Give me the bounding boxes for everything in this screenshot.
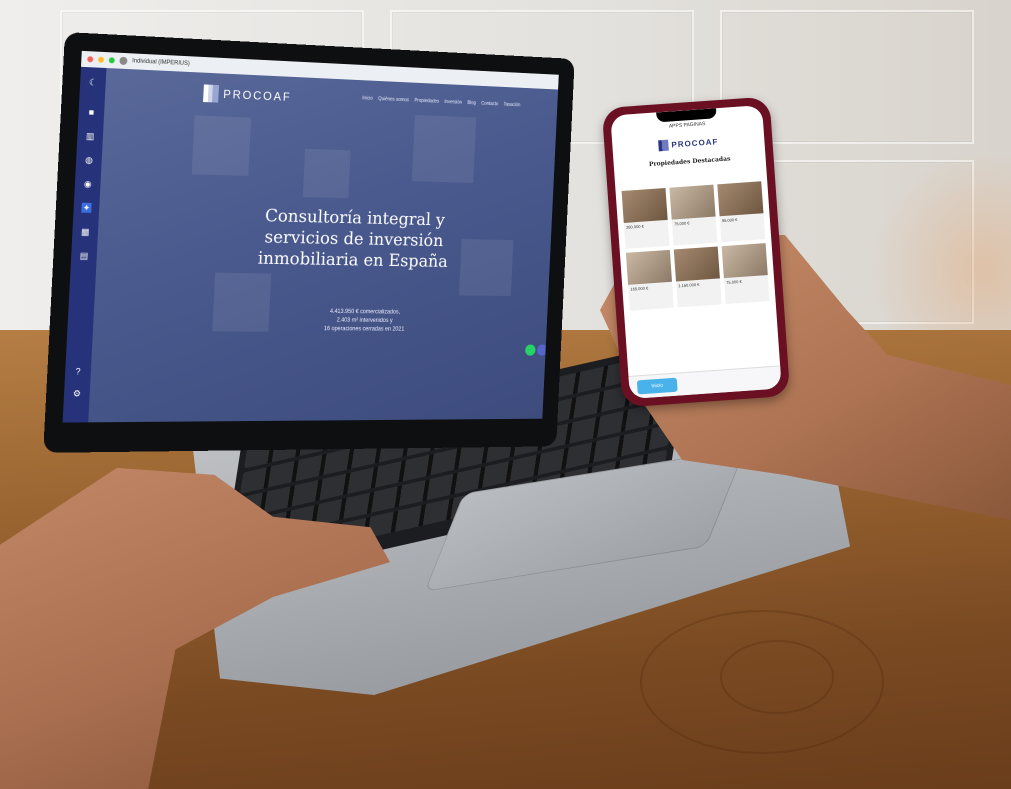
- circle-icon[interactable]: ◉: [83, 179, 93, 189]
- window-light: [871, 150, 1011, 350]
- nav-item[interactable]: Inicio: [362, 95, 373, 101]
- doc-icon[interactable]: ▤: [79, 251, 89, 261]
- phone-tabbar: Inicio: [628, 365, 782, 399]
- property-card[interactable]: 75.000 €: [669, 184, 718, 246]
- hero-title: Consultoría integral y servicios de inve…: [257, 205, 449, 272]
- phone-screen: APPS PAGINAS PROCOAF Propiedades Destaca…: [610, 105, 782, 399]
- chat-icon[interactable]: [536, 344, 548, 356]
- phone-section-title: Propiedades Destacadas: [648, 155, 731, 169]
- nav-item[interactable]: Blog: [467, 100, 476, 106]
- moon-icon[interactable]: ☾: [88, 77, 98, 87]
- nav-item[interactable]: Contacto: [481, 101, 499, 107]
- property-card[interactable]: 280.000 €: [621, 187, 670, 249]
- property-card[interactable]: 95.000 €: [717, 181, 766, 243]
- nav-item[interactable]: Tasación: [503, 102, 520, 108]
- avatar[interactable]: [119, 56, 128, 66]
- globe-icon[interactable]: ◍: [84, 155, 94, 165]
- property-card[interactable]: 1.150.000 €: [673, 246, 722, 308]
- minimize-dot[interactable]: [97, 56, 105, 63]
- property-card[interactable]: 165.000 €: [625, 249, 674, 311]
- logo-mark-icon: [658, 139, 669, 152]
- help-icon[interactable]: ?: [73, 366, 83, 376]
- nav-item[interactable]: Propiedades: [414, 98, 439, 105]
- chart-icon[interactable]: ▥: [85, 131, 95, 141]
- logo-text: PROCOAF: [222, 87, 292, 104]
- pin-icon[interactable]: ✦: [81, 202, 92, 213]
- property-grid: 280.000 € 75.000 € 95.000 € 165.000 € 1.…: [621, 181, 770, 311]
- smartphone: APPS PAGINAS PROCOAF Propiedades Destaca…: [601, 96, 791, 408]
- site-nav: Inicio Quiénes somos Propiedades Inversi…: [362, 95, 520, 108]
- close-dot[interactable]: [87, 56, 94, 63]
- nav-item[interactable]: Inversión: [444, 99, 462, 105]
- site-logo[interactable]: PROCOAF: [203, 84, 292, 105]
- wood-knot: [720, 640, 834, 714]
- square-icon[interactable]: ■: [86, 107, 96, 117]
- property-card[interactable]: 75.000 €: [721, 243, 770, 305]
- whatsapp-icon[interactable]: [524, 344, 536, 356]
- maximize-dot[interactable]: [108, 57, 115, 64]
- browser-toolbar: Individual (IMPERIUS): [80, 50, 559, 90]
- hero-stats: 4.413.950 € comercializados, 2.403 m² in…: [323, 309, 405, 333]
- laptop-screen: Individual (IMPERIUS) ☾ ■ ▥ ◍ ◉ ✦ ▦ ▤ ? …: [62, 50, 559, 423]
- laptop-screen-bezel: Individual (IMPERIUS) ☾ ■ ▥ ◍ ◉ ✦ ▦ ▤ ? …: [43, 32, 575, 453]
- grid-icon[interactable]: ▦: [80, 227, 90, 237]
- account-label: Individual (IMPERIUS): [132, 58, 190, 68]
- logo-mark-icon: [203, 84, 220, 103]
- gear-icon[interactable]: ⚙: [72, 388, 82, 398]
- tab-home[interactable]: Inicio: [636, 377, 678, 395]
- nav-item[interactable]: Quiénes somos: [378, 96, 409, 103]
- phone-logo: PROCOAF: [612, 133, 764, 155]
- app-sidebar: ☾ ■ ▥ ◍ ◉ ✦ ▦ ▤ ? ⚙: [62, 66, 107, 423]
